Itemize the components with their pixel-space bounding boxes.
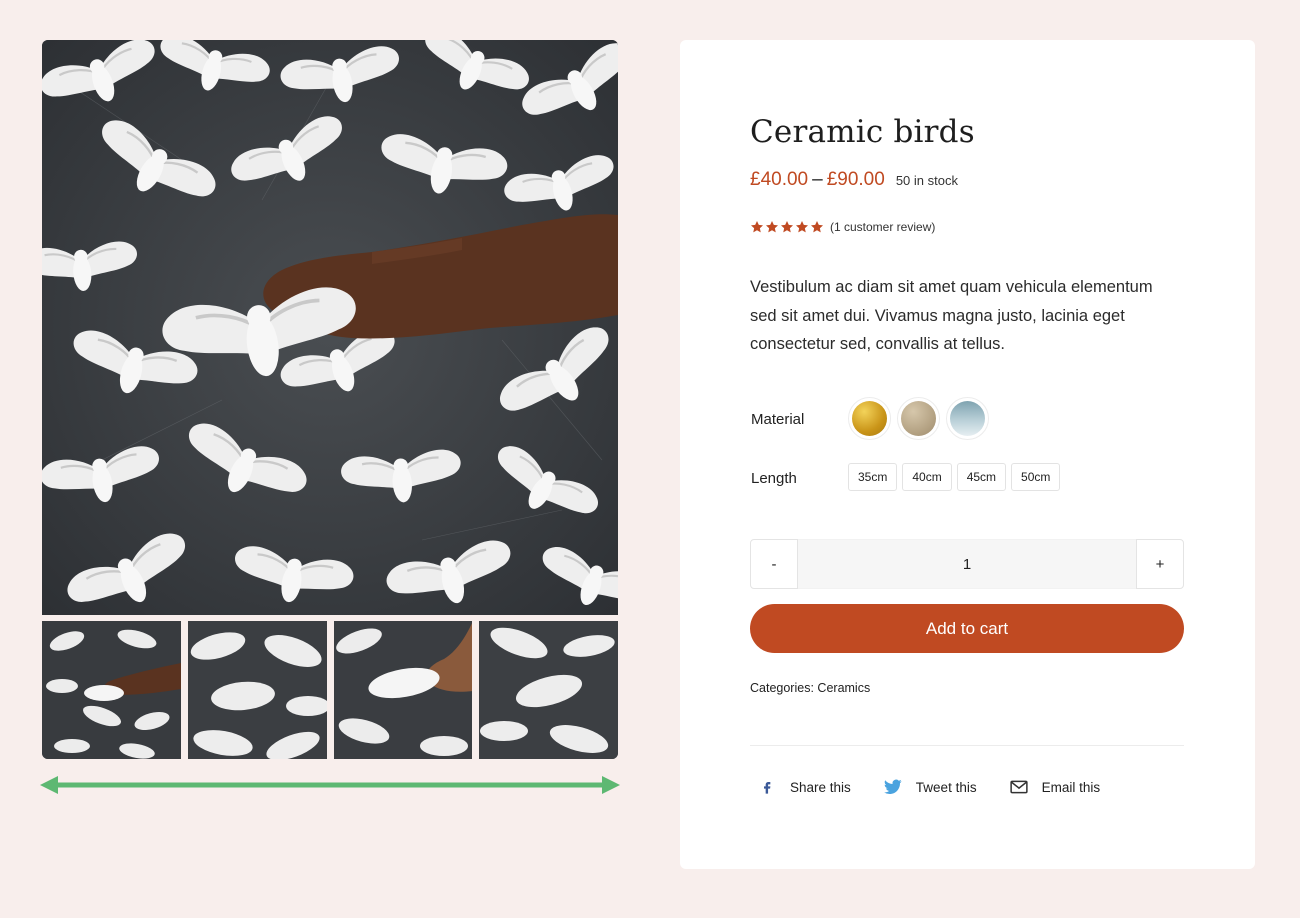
category-link[interactable]: Ceramics [817, 681, 870, 695]
material-swatch-blue[interactable] [946, 397, 989, 440]
material-label: Material [751, 411, 805, 428]
length-option-50cm[interactable]: 50cm [1011, 463, 1061, 491]
share-facebook-label: Share this [790, 779, 851, 795]
product-categories: Categories: Ceramics [750, 681, 870, 695]
star-rating [750, 220, 824, 234]
share-links: Share this Tweet this Email this [750, 778, 1125, 796]
length-label: Length [751, 470, 797, 487]
thumbnail-image [187, 621, 327, 759]
main-product-image[interactable] [42, 40, 618, 615]
length-option-35cm[interactable]: 35cm [848, 463, 898, 491]
quantity-decrease-button[interactable]: - [750, 539, 798, 589]
price-max: £90.00 [826, 169, 885, 190]
star-icon [795, 221, 809, 233]
star-icon [750, 221, 764, 233]
thumbnail-strip [42, 621, 618, 759]
thumbnail-2[interactable] [187, 621, 327, 759]
share-facebook-link[interactable]: Share this [750, 778, 851, 796]
rating-row: (1 customer review) [750, 220, 935, 234]
blue-swatch-color [950, 401, 985, 436]
thumbnail-image [42, 621, 181, 759]
share-email-label: Email this [1041, 779, 1101, 795]
price-separator: – [812, 169, 823, 190]
categories-label: Categories: [750, 681, 814, 695]
beige-swatch-color [901, 401, 936, 436]
price-min: £40.00 [750, 169, 809, 190]
gallery-scroll-indicator[interactable] [40, 775, 620, 795]
star-icon [810, 221, 824, 233]
thumbnail-image [333, 621, 473, 759]
envelope-icon [1009, 778, 1028, 796]
product-description: Vestibulum ac diam sit amet quam vehicul… [750, 278, 1153, 353]
material-swatch-beige[interactable] [897, 397, 940, 440]
quantity-increase-button[interactable]: + [1136, 539, 1184, 589]
length-option-40cm[interactable]: 40cm [902, 463, 952, 491]
length-options: 35cm 40cm 45cm 50cm [848, 463, 1061, 491]
stock-status: 50 in stock [895, 173, 958, 188]
star-icon [765, 221, 779, 233]
thumbnail-1[interactable] [42, 621, 181, 759]
divider [750, 745, 1184, 746]
material-swatch-gold[interactable] [848, 397, 891, 440]
quantity-input[interactable] [798, 539, 1136, 589]
add-to-cart-button[interactable]: Add to cart [750, 604, 1184, 653]
thumbnail-3[interactable] [333, 621, 473, 759]
share-email-link[interactable]: Email this [1002, 778, 1101, 796]
price-row: £40.00 – £90.00 50 in stock [750, 169, 958, 191]
share-twitter-link[interactable]: Tweet this [876, 778, 977, 796]
gold-swatch-color [852, 401, 887, 436]
thumbnail-4[interactable] [479, 621, 618, 759]
twitter-icon [883, 778, 902, 796]
product-gallery [42, 40, 618, 759]
quantity-stepper: - + [750, 539, 1184, 589]
star-icon [780, 221, 794, 233]
product-title: Ceramic birds [750, 114, 975, 150]
share-twitter-label: Tweet this [915, 779, 977, 795]
customer-review-link[interactable]: (1 customer review) [830, 220, 935, 234]
product-summary-panel: Ceramic birds £40.00 – £90.00 50 in stoc… [680, 40, 1255, 869]
material-swatches [848, 397, 989, 440]
thumbnail-image [479, 621, 618, 759]
length-option-45cm[interactable]: 45cm [956, 463, 1007, 491]
facebook-icon [758, 778, 776, 796]
ceramic-birds-photo [42, 40, 618, 615]
